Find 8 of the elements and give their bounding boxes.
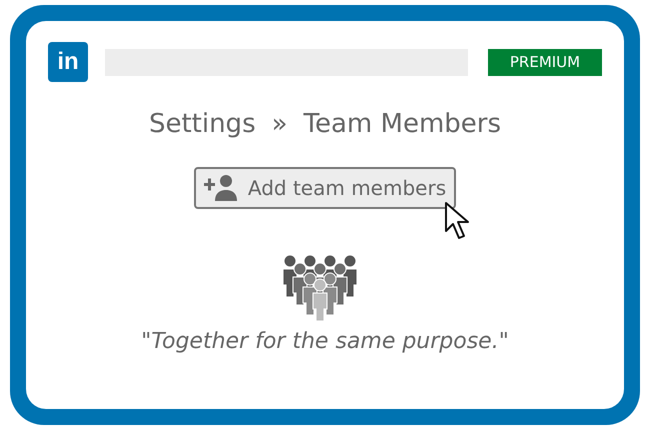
breadcrumb-text: Settings [148, 109, 256, 139]
breadcrumb-text: » [272, 109, 288, 139]
quote-text: "Together for the same purpose." [141, 329, 509, 354]
add-team-members-button[interactable]: Add team members [194, 167, 456, 209]
logo: in [48, 42, 88, 82]
add-person-icon [204, 175, 238, 201]
breadcrumb-text: Team Members [304, 109, 502, 139]
premium-badge: PREMIUM [488, 48, 602, 76]
